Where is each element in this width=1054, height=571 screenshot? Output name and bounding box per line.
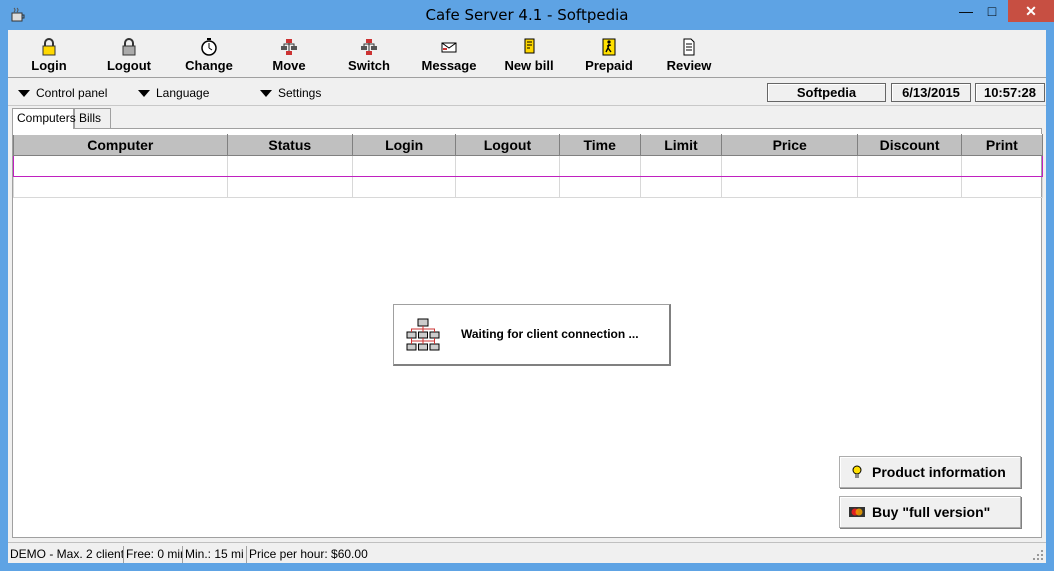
lightbulb-icon [852,465,862,478]
message-button[interactable]: Message [409,36,489,76]
status-bar: DEMO - Max. 2 client Free: 0 mir Min.: 1… [8,542,1046,563]
cell [960,176,1044,198]
login-label: Login [31,58,67,73]
cell [558,176,641,198]
review-button[interactable]: Review [649,36,729,76]
dropdown-arrow-icon [138,90,150,98]
prepaid-button[interactable]: Prepaid [569,36,649,76]
waiting-dialog: Waiting for client connection ... [393,304,671,366]
col-status[interactable]: Status [226,134,353,156]
cell [639,176,723,198]
move-button[interactable]: Move [249,36,329,76]
menu-control-panel[interactable]: Control panel [18,86,107,100]
cell [857,176,962,198]
network-move-icon [281,39,297,55]
lock-yellow-icon [42,38,56,56]
resize-grip-icon[interactable] [1032,549,1044,561]
col-login[interactable]: Login [351,134,457,156]
table-row[interactable] [13,176,1044,198]
col-discount[interactable]: Discount [857,134,962,156]
date-field: 6/13/2015 [891,83,971,102]
change-label: Change [185,58,233,73]
message-label: Message [421,58,477,73]
server-name-field: Softpedia [767,83,886,102]
status-min: Min.: 15 mi [183,546,247,563]
switch-label: Switch [348,58,390,73]
cell [857,155,962,177]
cell [455,176,560,198]
cell [639,155,723,177]
waiting-text: Waiting for client connection ... [461,327,639,341]
new-bill-label: New bill [504,58,554,73]
maximize-button[interactable]: □ [978,0,1006,22]
cell [721,176,859,198]
close-button[interactable]: ✕ [1008,0,1054,22]
lock-icon [122,38,136,56]
envelope-icon [441,42,457,53]
cell [351,176,457,198]
col-time[interactable]: Time [558,134,641,156]
col-price[interactable]: Price [721,134,859,156]
col-computer[interactable]: Computer [13,134,228,156]
app-window: Cafe Server 4.1 - Softpedia — □ ✕ Login … [0,0,1054,571]
new-bill-button[interactable]: New bill [489,36,569,76]
bill-icon [524,38,535,54]
table-header-row: Computer Status Login Logout Time Limit … [13,134,1044,156]
table-row[interactable] [13,155,1044,177]
dropdown-arrow-icon [260,90,272,98]
buy-full-version-button[interactable]: Buy "full version" [839,496,1021,528]
cell [455,155,560,177]
col-logout[interactable]: Logout [455,134,560,156]
toolbar: Login Logout Change Move Switch Message [8,30,1046,78]
product-information-button[interactable]: Product information [839,456,1021,488]
minimize-button[interactable]: — [952,0,980,22]
col-print[interactable]: Print [960,134,1044,156]
prepaid-label: Prepaid [585,58,633,73]
network-switch-icon [361,39,377,55]
title-bar[interactable]: Cafe Server 4.1 - Softpedia — □ ✕ [0,0,1054,30]
review-label: Review [666,58,712,73]
menu-language[interactable]: Language [138,86,209,100]
logout-button[interactable]: Logout [89,36,169,76]
time-field: 10:57:28 [975,83,1045,102]
change-button[interactable]: Change [169,36,249,76]
dropdown-arrow-icon [18,90,30,98]
switch-button[interactable]: Switch [329,36,409,76]
cell [13,155,228,177]
network-icon [406,318,440,351]
cell [558,155,641,177]
logout-label: Logout [106,58,152,73]
tab-bills[interactable]: Bills [74,108,111,128]
document-icon [683,38,695,56]
menu-language-label: Language [156,86,210,100]
login-button[interactable]: Login [9,36,89,76]
cell [351,155,457,177]
cell [721,155,859,177]
cell [960,155,1044,177]
status-demo: DEMO - Max. 2 client [10,546,124,563]
product-information-label: Product information [872,464,1006,480]
prepaid-person-icon [602,38,616,56]
client-area: Login Logout Change Move Switch Message [8,30,1046,563]
menu-settings-label: Settings [278,86,322,100]
move-label: Move [272,58,306,73]
cell [13,176,228,198]
tab-computers[interactable]: Computers [12,108,76,129]
col-limit[interactable]: Limit [639,134,723,156]
computers-table: Computer Status Login Logout Time Limit … [13,134,1044,198]
buy-full-version-label: Buy "full version" [872,504,991,520]
status-price: Price per hour: $60.00 [249,547,368,561]
window-title: Cafe Server 4.1 - Softpedia [425,6,629,24]
status-free: Free: 0 mir [126,546,183,563]
computers-panel: Computer Status Login Logout Time Limit … [12,128,1044,538]
cell [226,155,353,177]
credit-card-icon [849,507,865,517]
menu-settings[interactable]: Settings [260,86,321,100]
cell [226,176,353,198]
menu-control-panel-label: Control panel [36,86,108,100]
stopwatch-icon [201,38,217,56]
